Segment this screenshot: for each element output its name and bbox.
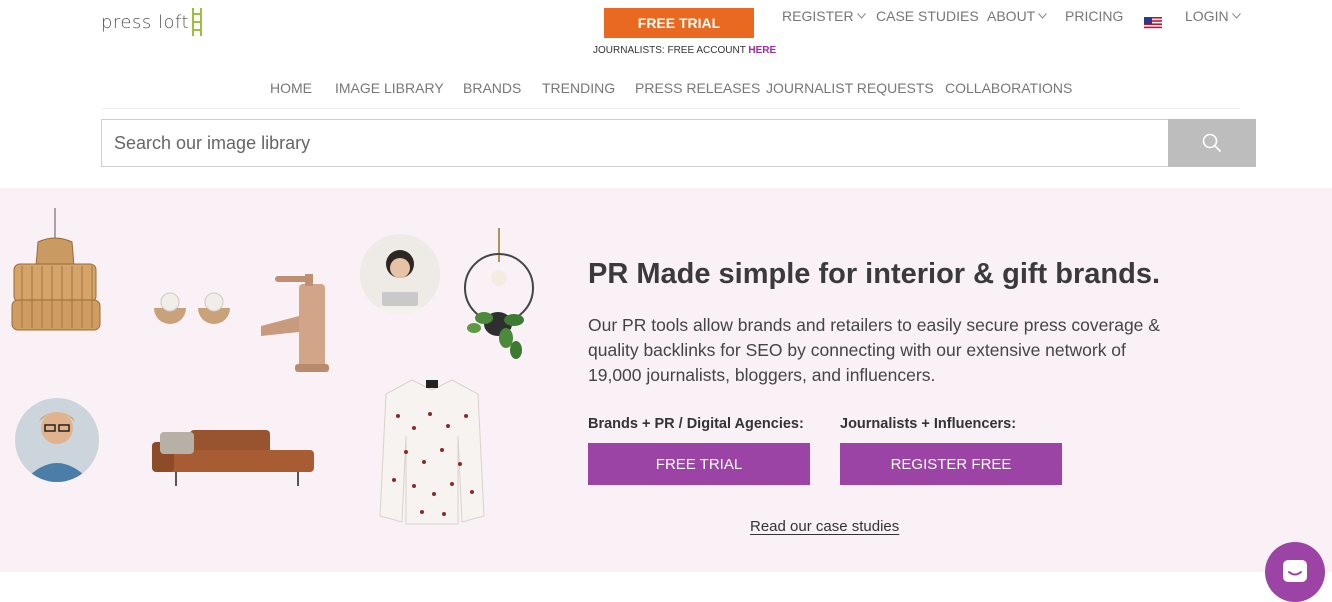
shirt-image bbox=[379, 379, 485, 525]
chevron-down-icon bbox=[1038, 13, 1048, 19]
wall-lights-image bbox=[154, 292, 230, 324]
about-menu[interactable]: ABOUT bbox=[987, 8, 1048, 24]
hanging-plant-image bbox=[464, 228, 534, 359]
journalist-avatar-2 bbox=[15, 398, 99, 482]
nav-home[interactable]: HOME bbox=[270, 80, 312, 96]
hero-description: Our PR tools allow brands and retailers … bbox=[588, 315, 1160, 385]
sofa-image bbox=[152, 430, 314, 486]
nav-brands[interactable]: BRANDS bbox=[463, 80, 521, 96]
search-button[interactable] bbox=[1168, 119, 1256, 167]
logo-text: press loft bbox=[101, 11, 190, 33]
free-trial-button[interactable]: FREE TRIAL bbox=[588, 443, 810, 485]
hero-title: PR Made simple for interior & gift brand… bbox=[588, 258, 1161, 290]
copper-tap-image bbox=[261, 274, 329, 372]
search-bar bbox=[101, 119, 1256, 167]
search-input[interactable] bbox=[101, 119, 1168, 167]
nav-divider bbox=[101, 108, 1240, 109]
chat-icon bbox=[1283, 560, 1307, 582]
register-free-button[interactable]: REGISTER FREE bbox=[840, 443, 1062, 485]
register-menu[interactable]: REGISTER bbox=[782, 8, 866, 24]
chevron-down-icon bbox=[1231, 13, 1241, 19]
nav-trending[interactable]: TRENDING bbox=[542, 80, 615, 96]
case-studies-link-hero[interactable]: Read our case studies bbox=[750, 518, 899, 535]
search-icon bbox=[1202, 133, 1222, 153]
about-label: ABOUT bbox=[987, 8, 1036, 24]
free-trial-button-header[interactable]: FREE TRIAL bbox=[604, 8, 754, 38]
nav-collaborations[interactable]: COLLABORATIONS bbox=[945, 80, 1072, 96]
main-nav: HOME IMAGE LIBRARY BRANDS TRENDING PRESS… bbox=[0, 80, 1332, 98]
hero-section: PR Made simple for interior & gift brand… bbox=[0, 188, 1332, 572]
nav-image-library[interactable]: IMAGE LIBRARY bbox=[335, 80, 444, 96]
journalist-avatar-1 bbox=[360, 234, 440, 314]
us-flag-icon[interactable] bbox=[1144, 17, 1162, 30]
pricing-link[interactable]: PRICING bbox=[1065, 8, 1123, 24]
pendant-lamp-image bbox=[11, 208, 101, 331]
ladder-icon bbox=[192, 8, 203, 36]
nav-press-releases[interactable]: PRESS RELEASES bbox=[635, 80, 760, 96]
login-label: LOGIN bbox=[1185, 8, 1229, 24]
chat-widget-button[interactable] bbox=[1265, 542, 1325, 602]
chevron-down-icon bbox=[856, 13, 866, 19]
logo[interactable]: press loft bbox=[101, 8, 203, 36]
nav-journalist-requests[interactable]: JOURNALIST REQUESTS bbox=[766, 80, 934, 96]
journalists-note-text: JOURNALISTS: FREE ACCOUNT bbox=[593, 45, 746, 56]
journalists-note: JOURNALISTS: FREE ACCOUNT HERE bbox=[593, 45, 776, 56]
login-menu[interactable]: LOGIN bbox=[1185, 8, 1241, 24]
journalists-here-link[interactable]: HERE bbox=[748, 45, 776, 56]
journalists-label: Journalists + Influencers: bbox=[840, 416, 1017, 432]
case-studies-link[interactable]: CASE STUDIES bbox=[876, 8, 979, 24]
brands-label: Brands + PR / Digital Agencies: bbox=[588, 416, 804, 432]
register-label: REGISTER bbox=[782, 8, 854, 24]
